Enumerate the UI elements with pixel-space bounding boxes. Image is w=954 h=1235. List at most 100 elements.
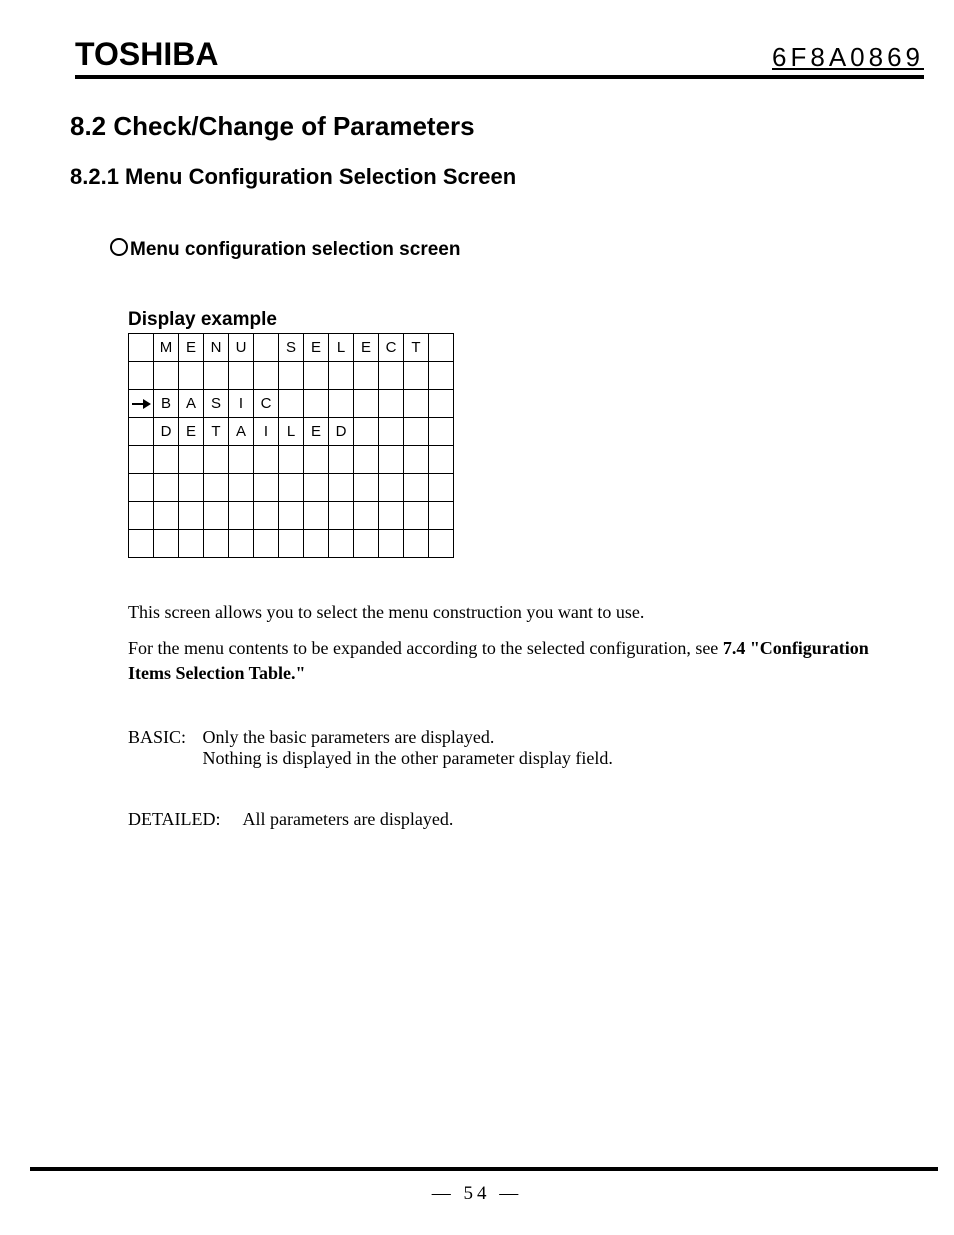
lcd-cell: [304, 390, 329, 418]
basic-line-1: Only the basic parameters are displayed.: [203, 727, 495, 747]
lcd-cell: E: [304, 334, 329, 362]
lcd-row: [129, 502, 454, 530]
lcd-cell: [404, 418, 429, 446]
lcd-cell: [304, 362, 329, 390]
lcd-cell: [379, 362, 404, 390]
lcd-cell: E: [179, 334, 204, 362]
lcd-cell: [304, 530, 329, 558]
lcd-cell: [429, 446, 454, 474]
lcd-cell: [354, 502, 379, 530]
lcd-row: [129, 530, 454, 558]
basic-line-2: Nothing is displayed in the other parame…: [203, 748, 613, 768]
lcd-cursor-cell: [129, 362, 154, 390]
lcd-cell: [429, 474, 454, 502]
lcd-cell: [204, 502, 229, 530]
lcd-cursor-cell: [129, 530, 154, 558]
lcd-cell: N: [204, 334, 229, 362]
lcd-row: [129, 474, 454, 502]
lcd-cell: [229, 502, 254, 530]
lcd-cell: I: [254, 418, 279, 446]
lcd-cell: [304, 474, 329, 502]
lcd-cell: L: [329, 334, 354, 362]
lcd-cell: [304, 502, 329, 530]
lcd-cell: C: [379, 334, 404, 362]
detailed-line-1: All parameters are displayed.: [243, 809, 454, 829]
lcd-cursor-cell: [129, 418, 154, 446]
lcd-cell: [279, 446, 304, 474]
lcd-cell: [254, 334, 279, 362]
lcd-cell: [204, 446, 229, 474]
detailed-label: DETAILED:: [128, 809, 238, 830]
lcd-cell: [329, 530, 354, 558]
lcd-row: MENUSELECT: [129, 334, 454, 362]
lcd-cell: [279, 502, 304, 530]
paragraph-1: This screen allows you to select the men…: [128, 600, 894, 624]
lcd-cell: [229, 530, 254, 558]
lcd-cell: E: [304, 418, 329, 446]
lcd-cell: [379, 474, 404, 502]
lcd-cursor-cell: [129, 334, 154, 362]
lcd-cell: [254, 446, 279, 474]
lcd-cell: [429, 334, 454, 362]
lcd-cell: [329, 474, 354, 502]
lcd-cell: [254, 502, 279, 530]
lcd-cell: [404, 446, 429, 474]
lcd-cell: [304, 446, 329, 474]
lcd-cell: [354, 362, 379, 390]
lcd-cell: D: [329, 418, 354, 446]
lcd-cell: D: [154, 418, 179, 446]
lcd-row: BASIC: [129, 390, 454, 418]
lcd-cell: [279, 474, 304, 502]
page: TOSHIBA 6F8A0869 8.2 Check/Change of Par…: [0, 0, 954, 1235]
circle-bullet-icon: [110, 238, 128, 256]
lcd-cell: E: [179, 418, 204, 446]
lcd-cell: M: [154, 334, 179, 362]
document-number: 6F8A0869: [772, 42, 924, 73]
lcd-cell: A: [229, 418, 254, 446]
lcd-cell: [254, 530, 279, 558]
lcd-cell: [329, 390, 354, 418]
bullet-text: Menu configuration selection screen: [130, 239, 460, 260]
lcd-row: [129, 446, 454, 474]
lcd-cell: U: [229, 334, 254, 362]
lcd-cell: [279, 530, 304, 558]
lcd-cell: [354, 530, 379, 558]
lcd-cell: [154, 502, 179, 530]
lcd-cell: L: [279, 418, 304, 446]
lcd-cell: [404, 390, 429, 418]
detailed-body: All parameters are displayed.: [243, 809, 454, 830]
lcd-cell: [379, 390, 404, 418]
page-header: TOSHIBA 6F8A0869: [75, 36, 924, 79]
lcd-grid: MENUSELECTBASICDETAILED: [128, 333, 454, 558]
paragraph-2: For the menu contents to be expanded acc…: [128, 636, 894, 685]
lcd-cell: [404, 474, 429, 502]
lcd-cell: [154, 530, 179, 558]
lcd-cell: T: [404, 334, 429, 362]
lcd-cell: [229, 474, 254, 502]
lcd-cell: [404, 502, 429, 530]
section-heading: 8.2 Check/Change of Parameters: [70, 111, 914, 142]
lcd-cell: [329, 502, 354, 530]
paragraph-2-lead: For the menu contents to be expanded acc…: [128, 638, 723, 658]
display-example-label: Display example: [128, 309, 914, 331]
lcd-cell: B: [154, 390, 179, 418]
lcd-cell: [279, 390, 304, 418]
cursor-arrow-icon: [129, 390, 154, 418]
lcd-cell: [404, 362, 429, 390]
lcd-cell: [429, 530, 454, 558]
lcd-cell: [179, 474, 204, 502]
lcd-cursor-cell: [129, 502, 154, 530]
bullet-heading: Menu configuration selection screen: [110, 238, 914, 261]
lcd-cell: [179, 502, 204, 530]
lcd-cell: [354, 390, 379, 418]
lcd-cell: A: [179, 390, 204, 418]
lcd-cell: E: [354, 334, 379, 362]
lcd-cell: [229, 362, 254, 390]
lcd-cell: [279, 362, 304, 390]
detailed-row: DETAILED: All parameters are displayed.: [128, 809, 914, 830]
lcd-cell: [179, 530, 204, 558]
lcd-cell: [429, 418, 454, 446]
lcd-cell: [154, 474, 179, 502]
lcd-cell: [179, 362, 204, 390]
lcd-cell: [179, 446, 204, 474]
